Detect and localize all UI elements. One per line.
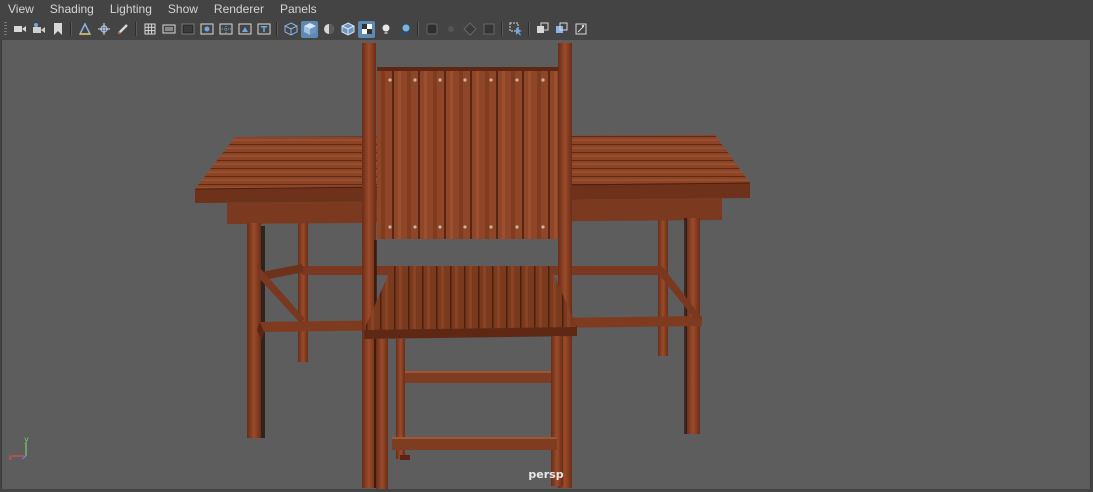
xray-components-icon[interactable]	[572, 21, 589, 38]
film-gate-icon[interactable]	[160, 21, 177, 38]
toolbar-separator	[528, 22, 530, 36]
toolbar-separator	[70, 22, 72, 36]
menu-lighting[interactable]: Lighting	[102, 0, 160, 19]
menu-renderer[interactable]: Renderer	[206, 0, 272, 19]
toolbar-separator	[135, 22, 137, 36]
bookmark-icon[interactable]	[49, 21, 66, 38]
wireframe-icon[interactable]	[282, 21, 299, 38]
gate-mask-icon[interactable]	[198, 21, 215, 38]
menu-panels[interactable]: Panels	[272, 0, 325, 19]
camera-select-icon[interactable]	[11, 21, 28, 38]
multisample-aa-icon[interactable]	[461, 21, 478, 38]
2d-pan-zoom-icon[interactable]	[95, 21, 112, 38]
screen-space-ao-icon[interactable]	[423, 21, 440, 38]
xray-icon[interactable]	[534, 21, 551, 38]
axis-y-label: y	[24, 436, 29, 444]
safe-action-icon[interactable]	[236, 21, 253, 38]
menu-show[interactable]: Show	[160, 0, 206, 19]
chair-left-back-post	[362, 43, 376, 488]
use-all-lights-icon[interactable]	[377, 21, 394, 38]
axis-gizmo: y x	[8, 436, 29, 462]
use-default-material-icon[interactable]	[320, 21, 337, 38]
image-plane-icon[interactable]	[76, 21, 93, 38]
panel-menubar: View Shading Lighting Show Renderer Pane…	[0, 0, 1093, 19]
camera-name-label: persp	[528, 468, 564, 481]
resolution-gate-icon[interactable]	[179, 21, 196, 38]
field-chart-icon[interactable]	[217, 21, 234, 38]
toolbar-grip[interactable]	[4, 22, 7, 36]
xray-joints-icon[interactable]	[553, 21, 570, 38]
persp-viewport[interactable]: y x persp	[1, 40, 1091, 489]
grid-icon[interactable]	[141, 21, 158, 38]
textured-icon[interactable]	[358, 20, 375, 38]
axis-x-label: x	[8, 453, 13, 462]
isolate-select-icon[interactable]	[507, 21, 524, 38]
table-back-left-leg	[298, 220, 308, 362]
motion-blur-icon[interactable]	[442, 21, 459, 38]
chair-seat	[364, 266, 577, 330]
safe-title-icon[interactable]	[255, 21, 272, 38]
toolbar-separator	[501, 22, 503, 36]
shadows-icon[interactable]	[396, 21, 413, 38]
menu-view[interactable]: View	[0, 0, 42, 19]
smooth-shade-icon[interactable]	[301, 20, 318, 38]
chair-front-right-leg	[551, 336, 563, 486]
scene-wooden-table-chair	[194, 43, 751, 489]
depth-of-field-icon[interactable]	[480, 21, 497, 38]
chair-front-left-leg	[376, 339, 388, 489]
camera-attributes-icon[interactable]	[30, 21, 47, 38]
panel-toolbar	[0, 19, 1093, 39]
wireframe-on-shaded-icon[interactable]	[339, 21, 356, 38]
table-back-right-leg	[658, 218, 668, 356]
chair-backrest	[377, 67, 558, 239]
toolbar-separator	[417, 22, 419, 36]
grease-pencil-icon[interactable]	[114, 21, 131, 38]
menu-shading[interactable]: Shading	[42, 0, 102, 19]
toolbar-separator	[276, 22, 278, 36]
